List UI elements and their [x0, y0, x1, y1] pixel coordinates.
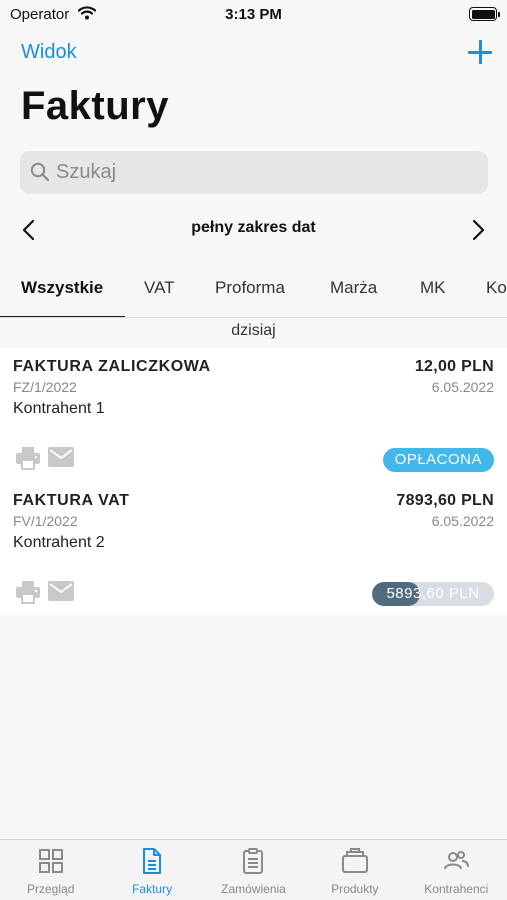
tab-vat[interactable]: VAT [144, 278, 175, 298]
payment-progress-badge: 5893,60 PLN [372, 582, 494, 606]
invoice-date: 6.05.2022 [431, 513, 494, 529]
status-badge: OPŁACONA [382, 448, 494, 472]
status-bar: Operator 3:13 PM [0, 0, 507, 30]
invoice-title: FAKTURA VAT [13, 492, 130, 509]
document-icon [143, 848, 162, 874]
invoice-type-tabs: Wszystkie VAT Proforma Marża MK Ko [0, 270, 507, 318]
active-tab-indicator [0, 316, 125, 317]
tab-mk[interactable]: MK [420, 278, 446, 298]
view-button[interactable]: Widok [21, 41, 77, 64]
tab-margin[interactable]: Marża [330, 278, 377, 298]
tab-proforma[interactable]: Proforma [215, 278, 285, 298]
tab-all[interactable]: Wszystkie [21, 278, 103, 298]
tabbar-label: Produkty [331, 882, 379, 896]
remaining-amount: 5893,60 PLN [386, 585, 480, 602]
status-time: 3:13 PM [225, 6, 282, 23]
invoice-date: 6.05.2022 [431, 379, 494, 395]
printer-icon[interactable] [15, 446, 41, 470]
tabbar-label: Zamówienia [221, 882, 286, 896]
invoice-client: Kontrahent 1 [13, 400, 105, 417]
invoice-row[interactable]: FAKTURA VAT 7893,60 PLN FV/1/2022 6.05.2… [0, 482, 507, 616]
section-header: dzisiaj [231, 322, 276, 339]
tabbar-item-products[interactable]: Produkty [304, 840, 405, 900]
invoice-number: FV/1/2022 [13, 513, 78, 529]
invoice-client: Kontrahent 2 [13, 534, 105, 551]
invoice-amount: 7893,60 PLN [396, 492, 494, 509]
invoice-amount: 12,00 PLN [414, 358, 494, 375]
search-input[interactable] [56, 151, 476, 194]
search-icon [30, 162, 50, 182]
page-title: Faktury [21, 84, 169, 128]
people-icon [444, 851, 470, 870]
plus-icon[interactable] [468, 40, 492, 64]
tabbar-label: Faktury [132, 882, 173, 896]
battery-icon [469, 7, 500, 21]
briefcase-icon [341, 848, 368, 873]
bottom-tab-bar: Przegląd Faktury Zamówienia Produkty Kon… [0, 839, 507, 900]
date-range-selector: pełny zakres dat [0, 212, 507, 248]
date-range-label: pełny zakres dat [191, 219, 316, 236]
tabbar-item-orders[interactable]: Zamówienia [203, 840, 304, 900]
mail-icon[interactable] [48, 581, 74, 601]
mail-icon[interactable] [48, 447, 74, 467]
tabbar-item-overview[interactable]: Przegląd [0, 840, 101, 900]
grid-icon [38, 849, 63, 873]
invoice-number: FZ/1/2022 [13, 379, 77, 395]
tabbar-label: Kontrahenci [424, 882, 489, 896]
chevron-right-icon[interactable] [465, 218, 489, 242]
search-bar[interactable] [20, 151, 488, 194]
tabbar-label: Przegląd [27, 882, 75, 896]
tabbar-item-invoices[interactable]: Faktury [101, 840, 202, 900]
invoice-row[interactable]: FAKTURA ZALICZKOWA 12,00 PLN FZ/1/2022 6… [0, 348, 507, 482]
clipboard-icon [243, 848, 264, 874]
invoice-title: FAKTURA ZALICZKOWA [13, 358, 211, 375]
tabbar-item-contractors[interactable]: Kontrahenci [406, 840, 507, 900]
invoice-list: FAKTURA ZALICZKOWA 12,00 PLN FZ/1/2022 6… [0, 348, 507, 615]
tab-more[interactable]: Ko [486, 278, 507, 298]
printer-icon[interactable] [15, 580, 41, 604]
